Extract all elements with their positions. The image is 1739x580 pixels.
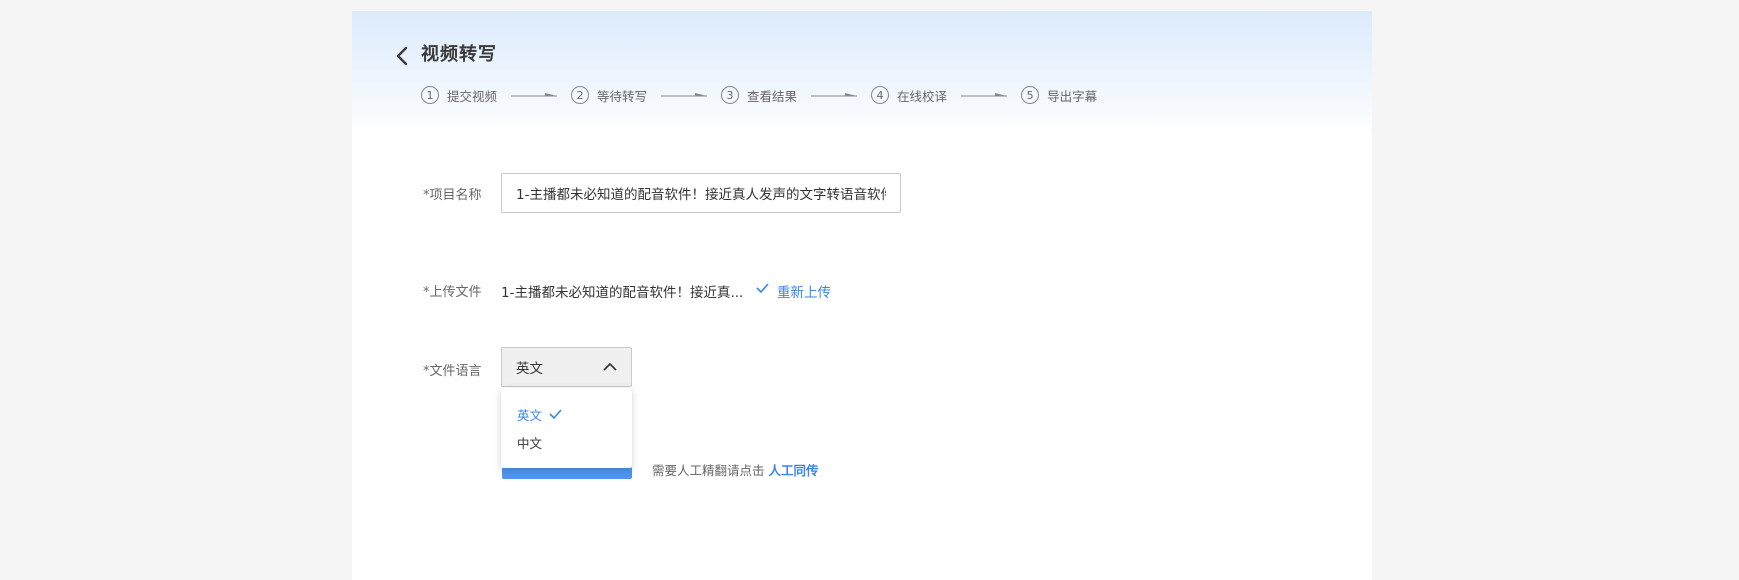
step-4: 4 在线校译	[871, 86, 947, 105]
upload-file-label: *上传文件	[423, 285, 482, 300]
chevron-left-icon	[396, 47, 408, 65]
header-background	[352, 11, 1372, 136]
check-icon	[549, 409, 562, 420]
option-label: 英文	[517, 407, 543, 423]
step-label: 在线校译	[897, 88, 948, 104]
step-arrow-icon	[661, 93, 708, 97]
step-arrow-icon	[961, 93, 1008, 97]
back-button[interactable]	[392, 44, 412, 68]
step-label: 提交视频	[447, 88, 498, 104]
project-name-input[interactable]	[501, 173, 901, 213]
language-select-value: 英文	[516, 361, 543, 377]
step-label: 等待转写	[597, 88, 648, 104]
step-number: 2	[571, 86, 590, 104]
manual-translation-hint: 需要人工精翻请点击 人工同传	[652, 460, 819, 479]
hint-text: 需要人工精翻请点击	[652, 463, 765, 478]
reupload-link[interactable]: 重新上传	[777, 281, 831, 301]
project-name-label: *项目名称	[423, 188, 482, 203]
step-number: 4	[871, 86, 890, 104]
main-panel: 视频转写 1 提交视频 2 等待转写 3 查看结果 4 在线校译 5 导出字幕 …	[352, 11, 1372, 580]
step-3: 3 查看结果	[721, 86, 797, 105]
language-option-chinese[interactable]: 中文	[501, 428, 632, 456]
manual-interpretation-link[interactable]: 人工同传	[769, 463, 819, 478]
step-5: 5 导出字幕	[1021, 86, 1097, 105]
step-label: 查看结果	[747, 88, 798, 104]
step-number: 1	[421, 86, 439, 104]
page-title: 视频转写	[421, 44, 497, 65]
option-label: 中文	[517, 435, 543, 451]
uploaded-file-name: 1-主播都未必知道的配音软件！接近真...	[501, 285, 744, 301]
step-2: 2 等待转写	[571, 86, 647, 105]
step-arrow-icon	[811, 93, 858, 97]
language-option-english[interactable]: 英文	[501, 400, 632, 428]
file-language-label: *文件语言	[423, 364, 482, 379]
step-arrow-icon	[511, 93, 558, 97]
step-number: 5	[1021, 86, 1040, 104]
chevron-up-icon	[603, 362, 617, 371]
step-number: 3	[721, 86, 740, 104]
check-icon	[756, 283, 769, 294]
language-dropdown-menu: 英文 中文	[501, 388, 632, 468]
language-select[interactable]: 英文	[501, 347, 632, 387]
step-1: 1 提交视频	[421, 86, 497, 105]
progress-steps: 1 提交视频 2 等待转写 3 查看结果 4 在线校译 5 导出字幕	[421, 84, 1097, 106]
step-label: 导出字幕	[1047, 88, 1098, 104]
